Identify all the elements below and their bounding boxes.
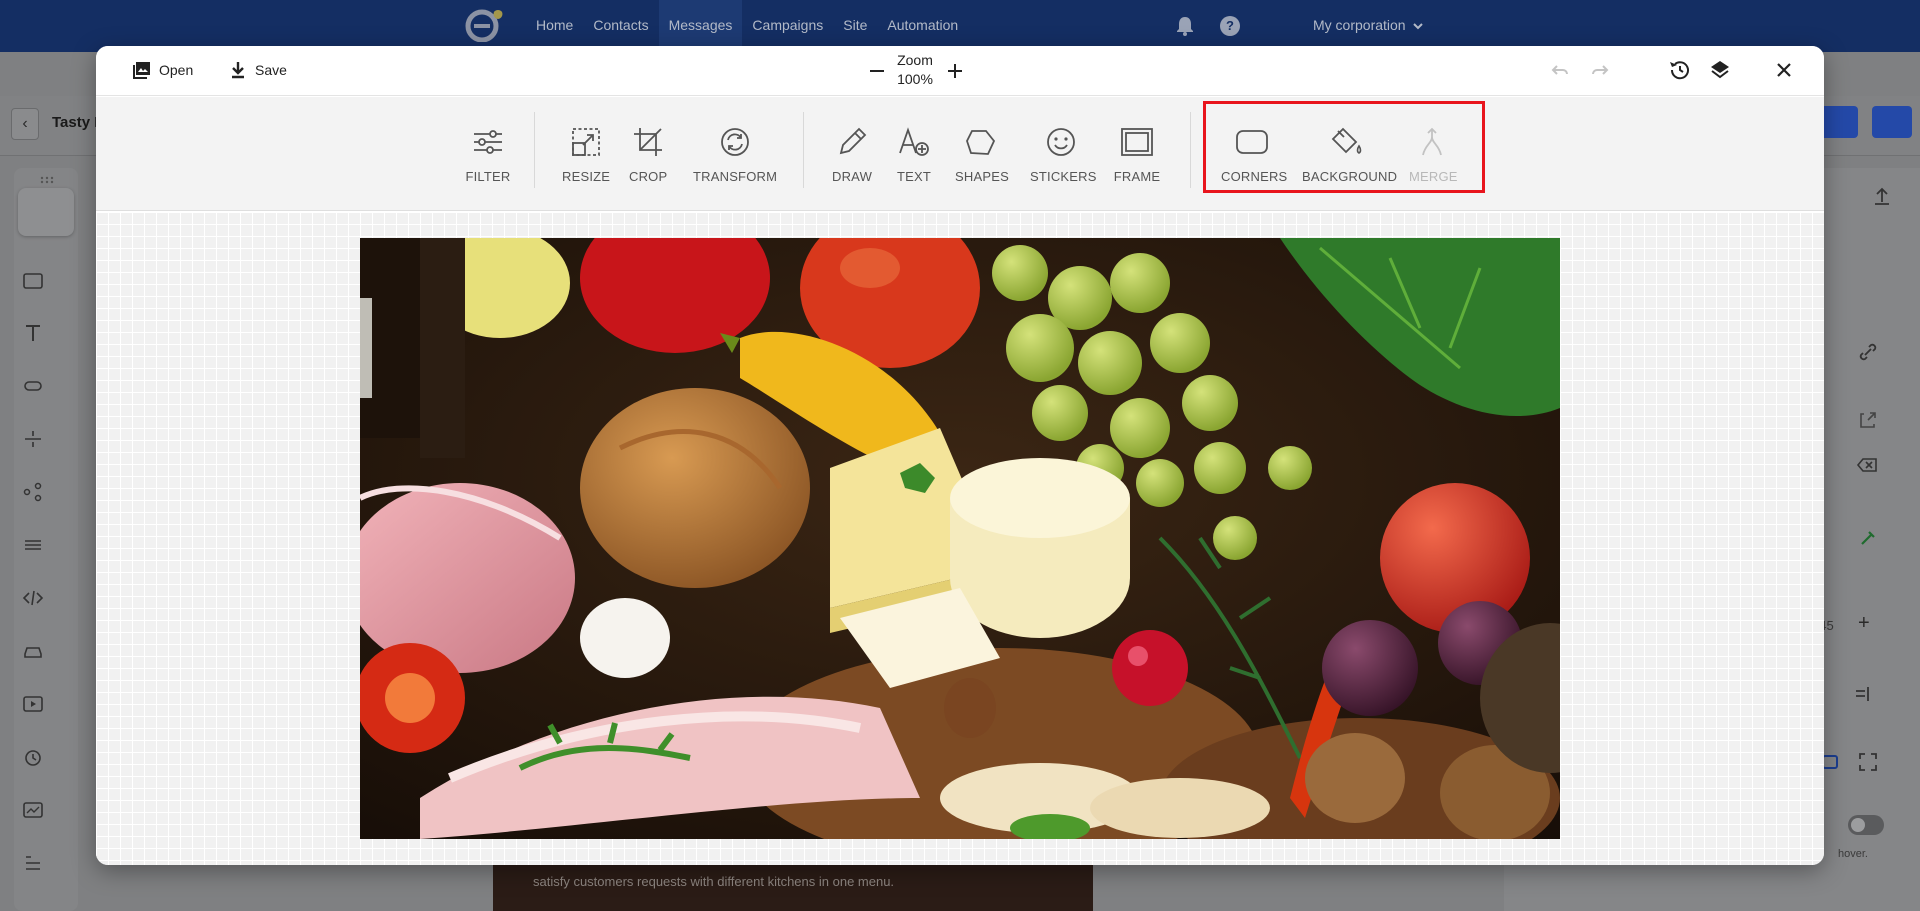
resize-tool-button[interactable]: RESIZE: [562, 125, 610, 193]
text-tool-button[interactable]: TEXT: [894, 125, 934, 193]
main-nav-links: Home Contacts Messages Campaigns Site Au…: [526, 0, 968, 52]
text-label: TEXT: [896, 169, 932, 184]
resize-label: RESIZE: [562, 169, 611, 184]
text-block-icon[interactable]: [22, 322, 44, 344]
zoom-label: Zoom: [897, 52, 933, 68]
smiley-icon: [1047, 128, 1075, 156]
align-right-icon[interactable]: [1848, 680, 1876, 708]
preview-play-button[interactable]: [1872, 106, 1912, 138]
redo-icon[interactable]: [1588, 58, 1612, 82]
drag-handle-icon[interactable]: [40, 176, 54, 184]
pencil-icon: [839, 127, 867, 155]
close-icon[interactable]: [1772, 58, 1796, 82]
toolbar-divider: [803, 112, 804, 188]
nav-link-site[interactable]: Site: [833, 0, 877, 52]
chevron-down-icon[interactable]: [1412, 20, 1424, 32]
notifications-bell-icon[interactable]: [1176, 16, 1194, 36]
brand-logo-icon[interactable]: [464, 8, 508, 42]
nav-link-messages[interactable]: Messages: [658, 0, 743, 52]
food-photo[interactable]: [360, 238, 1560, 839]
zoom-value: 100%: [897, 71, 933, 87]
stickers-tool-button[interactable]: STICKERS: [1030, 125, 1097, 193]
editor-canvas[interactable]: [96, 212, 1824, 865]
link-icon[interactable]: [1854, 338, 1882, 366]
draw-tool-button[interactable]: DRAW: [832, 125, 872, 193]
editor-toolbar: FILTER RESIZE CROP TRANSFORM DRAW TEXT S…: [96, 97, 1824, 211]
account-switcher-label[interactable]: My corporation: [1313, 0, 1406, 50]
nav-link-home[interactable]: Home: [526, 0, 583, 52]
polygon-icon: [966, 130, 996, 155]
transform-label: TRANSFORM: [693, 169, 778, 184]
video-block-icon[interactable]: [22, 693, 44, 715]
email-article-preview: satisfy customers requests with differen…: [493, 862, 1093, 911]
filter-tool-button[interactable]: FILTER: [460, 125, 516, 193]
upload-icon[interactable]: [1868, 182, 1896, 210]
editor-header: Open Save Zoom 100%: [96, 46, 1824, 96]
hover-caption: hover.: [1838, 848, 1868, 860]
save-label: Save: [255, 62, 287, 78]
zoom-control: Zoom 100%: [866, 50, 964, 92]
nav-link-campaigns[interactable]: Campaigns: [742, 0, 833, 52]
toolbar-divider: [1190, 112, 1191, 188]
nav-link-automation[interactable]: Automation: [877, 0, 968, 52]
draw-label: DRAW: [832, 169, 873, 184]
zoom-in-icon[interactable]: [946, 62, 964, 80]
app-top-navigation: Home Contacts Messages Campaigns Site Au…: [0, 0, 1920, 52]
layers-icon[interactable]: [1708, 58, 1732, 82]
list-block-icon[interactable]: [22, 852, 44, 874]
html-block-icon[interactable]: [22, 587, 44, 609]
history-icon[interactable]: [1668, 58, 1692, 82]
social-block-icon[interactable]: [22, 481, 44, 503]
help-icon[interactable]: ?: [1220, 16, 1240, 36]
sliders-icon: [474, 130, 502, 154]
product-block-icon[interactable]: [22, 640, 44, 662]
clear-field-icon[interactable]: [1854, 451, 1882, 479]
transform-tool-button[interactable]: TRANSFORM: [693, 125, 777, 193]
filter-label: FILTER: [465, 169, 511, 184]
frame-label: FRAME: [1113, 169, 1161, 184]
fullscreen-icon[interactable]: [1854, 748, 1882, 776]
article-text: satisfy customers requests with differen…: [533, 874, 895, 889]
dynamic-content-icon[interactable]: [1854, 524, 1882, 552]
shapes-tool-button[interactable]: SHAPES: [955, 125, 1009, 193]
rotate-icon: [721, 128, 749, 156]
divider-block-icon[interactable]: [22, 428, 44, 450]
crop-icon: [634, 128, 662, 156]
send-dropdown-button[interactable]: [1818, 106, 1858, 138]
undo-icon[interactable]: [1548, 58, 1572, 82]
image-block-icon[interactable]: [22, 270, 44, 292]
frame-tool-button[interactable]: FRAME: [1112, 125, 1162, 193]
crop-tool-button[interactable]: CROP: [629, 125, 667, 193]
layout-block-tile[interactable]: [18, 188, 74, 236]
highlighted-tools-outline: [1203, 101, 1485, 193]
timer-block-icon[interactable]: [22, 746, 44, 768]
hover-toggle[interactable]: [1848, 815, 1884, 835]
frame-icon: [1121, 128, 1153, 156]
image-editor-modal: Open Save Zoom 100% FILTER RESIZE CROP T…: [96, 46, 1824, 865]
banner-block-icon[interactable]: [22, 799, 44, 821]
save-button[interactable]: Save: [228, 56, 287, 84]
stickers-label: STICKERS: [1030, 169, 1097, 184]
open-label: Open: [159, 62, 194, 78]
increase-button[interactable]: +: [1858, 612, 1870, 635]
food-photo-image: [360, 238, 1560, 839]
add-text-icon: [899, 127, 929, 156]
back-button[interactable]: ‹: [11, 108, 39, 140]
open-image-icon: [133, 62, 150, 79]
menu-block-icon[interactable]: [22, 534, 44, 556]
open-button[interactable]: Open: [132, 56, 193, 84]
download-icon: [232, 62, 244, 79]
nav-link-contacts[interactable]: Contacts: [583, 0, 658, 52]
toolbar-divider: [534, 112, 535, 188]
shapes-label: SHAPES: [955, 169, 1009, 184]
button-block-icon[interactable]: [22, 375, 44, 397]
resize-icon: [572, 128, 600, 156]
crop-label: CROP: [629, 169, 668, 184]
zoom-out-icon[interactable]: [868, 62, 886, 80]
external-link-icon[interactable]: [1854, 406, 1882, 434]
